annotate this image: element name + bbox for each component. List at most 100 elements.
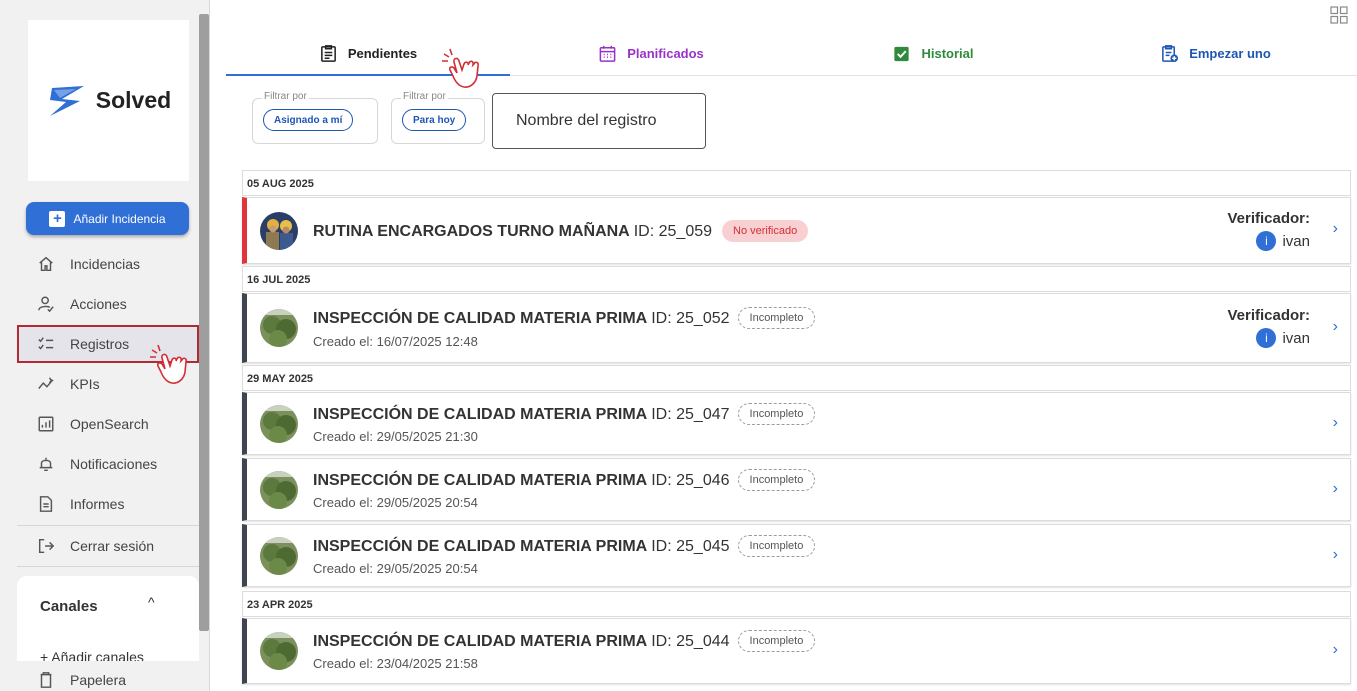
chevron-right-icon[interactable]: › bbox=[1333, 220, 1338, 238]
hand-cursor-icon bbox=[150, 344, 187, 384]
record-id: ID: 25_045 bbox=[651, 538, 730, 555]
date-group-header: 23 APR 2025 bbox=[242, 591, 1351, 617]
calendar-icon bbox=[599, 45, 616, 62]
record-row[interactable]: INSPECCIÓN DE CALIDAD MATERIA PRIMA ID: 2… bbox=[242, 293, 1351, 363]
sidebar-item-acciones[interactable]: Acciones bbox=[36, 289, 196, 319]
sidebar-item-label: Incidencias bbox=[70, 256, 141, 272]
canales-title: Canales bbox=[40, 598, 98, 615]
worker-avatar bbox=[260, 212, 298, 250]
status-badge: Incompleto bbox=[737, 307, 816, 329]
record-title-line: INSPECCIÓN DE CALIDAD MATERIA PRIMA ID: 2… bbox=[313, 403, 816, 425]
record-name-input[interactable]: Nombre del registro bbox=[492, 93, 706, 149]
trash-icon bbox=[36, 670, 56, 690]
verifier-name: ivan bbox=[1282, 232, 1310, 250]
sidebar-item-label: KPIs bbox=[70, 376, 100, 392]
record-title-line: INSPECCIÓN DE CALIDAD MATERIA PRIMA ID: 2… bbox=[313, 307, 816, 329]
app-root: Solved + Añadir Incidencia Incidencias A… bbox=[0, 0, 1357, 691]
tab-historial[interactable]: Historial bbox=[792, 30, 1074, 76]
clipboard-list-icon bbox=[320, 44, 336, 62]
verifier-name: ivan bbox=[1282, 329, 1310, 347]
document-icon bbox=[36, 494, 56, 514]
record-id: ID: 25_047 bbox=[651, 406, 730, 423]
chevron-up-icon[interactable]: ^ bbox=[148, 594, 155, 610]
sidebar-item-label: Acciones bbox=[70, 296, 127, 312]
verifier-label: Verificador: bbox=[1227, 307, 1310, 324]
sidebar-item-label: Registros bbox=[70, 336, 130, 352]
record-title: INSPECCIÓN DE CALIDAD MATERIA PRIMA bbox=[313, 472, 648, 489]
sidebar-scrollbar[interactable] bbox=[199, 14, 209, 631]
field-avatar bbox=[260, 632, 298, 670]
verifier-block: Verificador: i ivan bbox=[1227, 210, 1310, 251]
verifier-avatar: i bbox=[1256, 231, 1277, 251]
sidebar-item-cerrar-sesion[interactable]: Cerrar sesión bbox=[36, 531, 196, 561]
date-group-header: 29 MAY 2025 bbox=[242, 365, 1351, 391]
bell-icon bbox=[36, 454, 56, 474]
chip-asignado-a-mi[interactable]: Asignado a mí bbox=[263, 109, 354, 131]
hand-cursor-icon bbox=[442, 48, 479, 88]
status-badge: Incompleto bbox=[737, 403, 816, 425]
date-group-header: 05 AUG 2025 bbox=[242, 170, 1351, 196]
verifier-label: Verificador: bbox=[1227, 210, 1310, 227]
sidebar-item-informes[interactable]: Informes bbox=[36, 489, 196, 519]
record-row[interactable]: INSPECCIÓN DE CALIDAD MATERIA PRIMA ID: 2… bbox=[242, 524, 1351, 587]
record-title: INSPECCIÓN DE CALIDAD MATERIA PRIMA bbox=[313, 310, 648, 327]
logout-icon bbox=[36, 536, 56, 556]
bar-chart-box-icon bbox=[36, 414, 56, 434]
apps-grid-icon[interactable] bbox=[1330, 6, 1348, 24]
record-created: Creado el: 29/05/2025 21:30 bbox=[313, 429, 478, 444]
clipboard-check-icon bbox=[894, 46, 910, 61]
tab-label: Empezar uno bbox=[1189, 45, 1271, 61]
tab-planificados[interactable]: Planificados bbox=[510, 30, 792, 76]
verifier-user: i ivan bbox=[1227, 328, 1310, 348]
record-name-placeholder: Nombre del registro bbox=[516, 112, 657, 129]
record-row[interactable]: INSPECCIÓN DE CALIDAD MATERIA PRIMA ID: 2… bbox=[242, 392, 1351, 455]
record-row[interactable]: RUTINA ENCARGADOS TURNO MAÑANA ID: 25_059… bbox=[242, 197, 1351, 264]
verifier-avatar: i bbox=[1256, 328, 1277, 348]
tab-label: Pendientes bbox=[347, 45, 418, 61]
date-group-header: 16 JUL 2025 bbox=[242, 266, 1351, 292]
record-title-line: INSPECCIÓN DE CALIDAD MATERIA PRIMA ID: 2… bbox=[313, 469, 816, 491]
sidebar-item-label: Cerrar sesión bbox=[70, 538, 155, 554]
field-avatar bbox=[260, 309, 298, 347]
chevron-right-icon[interactable]: › bbox=[1333, 480, 1338, 498]
verifier-block: Verificador: i ivan bbox=[1227, 307, 1310, 348]
add-canales-link[interactable]: + Añadir canales bbox=[40, 649, 144, 661]
record-title-line: INSPECCIÓN DE CALIDAD MATERIA PRIMA ID: 2… bbox=[313, 630, 816, 652]
sidebar-divider bbox=[17, 566, 199, 567]
chevron-right-icon[interactable]: › bbox=[1333, 318, 1338, 336]
sidebar-item-label: Informes bbox=[70, 496, 125, 512]
sidebar-item-incidencias[interactable]: Incidencias bbox=[36, 249, 196, 279]
record-title: RUTINA ENCARGADOS TURNO MAÑANA bbox=[313, 223, 630, 240]
record-title-line: INSPECCIÓN DE CALIDAD MATERIA PRIMA ID: 2… bbox=[313, 535, 816, 557]
clipboard-add-icon bbox=[1162, 44, 1179, 62]
chevron-right-icon[interactable]: › bbox=[1333, 641, 1338, 659]
filter-assigned-group: Filtrar por Asignado a mí bbox=[252, 91, 378, 144]
record-title-line: RUTINA ENCARGADOS TURNO MAÑANA ID: 25_059… bbox=[313, 220, 809, 242]
canales-panel: Canales ^ + Añadir canales bbox=[17, 576, 199, 661]
sidebar-divider bbox=[17, 525, 199, 526]
record-row[interactable]: INSPECCIÓN DE CALIDAD MATERIA PRIMA ID: 2… bbox=[242, 458, 1351, 521]
sidebar-item-notificaciones[interactable]: Notificaciones bbox=[36, 449, 196, 479]
chip-para-hoy[interactable]: Para hoy bbox=[402, 109, 467, 131]
sidebar-item-label: Papelera bbox=[70, 672, 127, 688]
record-created: Creado el: 29/05/2025 20:54 bbox=[313, 561, 478, 576]
add-incidencia-button[interactable]: + Añadir Incidencia bbox=[26, 202, 189, 235]
home-icon bbox=[36, 254, 56, 274]
logo[interactable]: Solved bbox=[28, 20, 189, 181]
record-id: ID: 25_044 bbox=[651, 633, 730, 650]
sidebar-item-papelera[interactable]: Papelera bbox=[36, 668, 196, 691]
record-created: Creado el: 29/05/2025 20:54 bbox=[313, 495, 478, 510]
verifier-user: i ivan bbox=[1227, 231, 1310, 251]
tab-label: Planificados bbox=[627, 45, 704, 61]
tab-label: Historial bbox=[921, 45, 974, 61]
chevron-right-icon[interactable]: › bbox=[1333, 546, 1338, 564]
chevron-right-icon[interactable]: › bbox=[1333, 414, 1338, 432]
filter-today-group: Filtrar por Para hoy bbox=[391, 91, 485, 144]
solved-logo-icon bbox=[49, 85, 84, 116]
sidebar-item-opensearch[interactable]: OpenSearch bbox=[36, 409, 196, 439]
status-badge: Incompleto bbox=[737, 630, 816, 652]
record-row[interactable]: INSPECCIÓN DE CALIDAD MATERIA PRIMA ID: 2… bbox=[242, 618, 1351, 684]
tab-empezar-uno[interactable]: Empezar uno bbox=[1074, 30, 1357, 76]
record-title: INSPECCIÓN DE CALIDAD MATERIA PRIMA bbox=[313, 633, 648, 650]
record-created: Creado el: 23/04/2025 21:58 bbox=[313, 656, 478, 671]
